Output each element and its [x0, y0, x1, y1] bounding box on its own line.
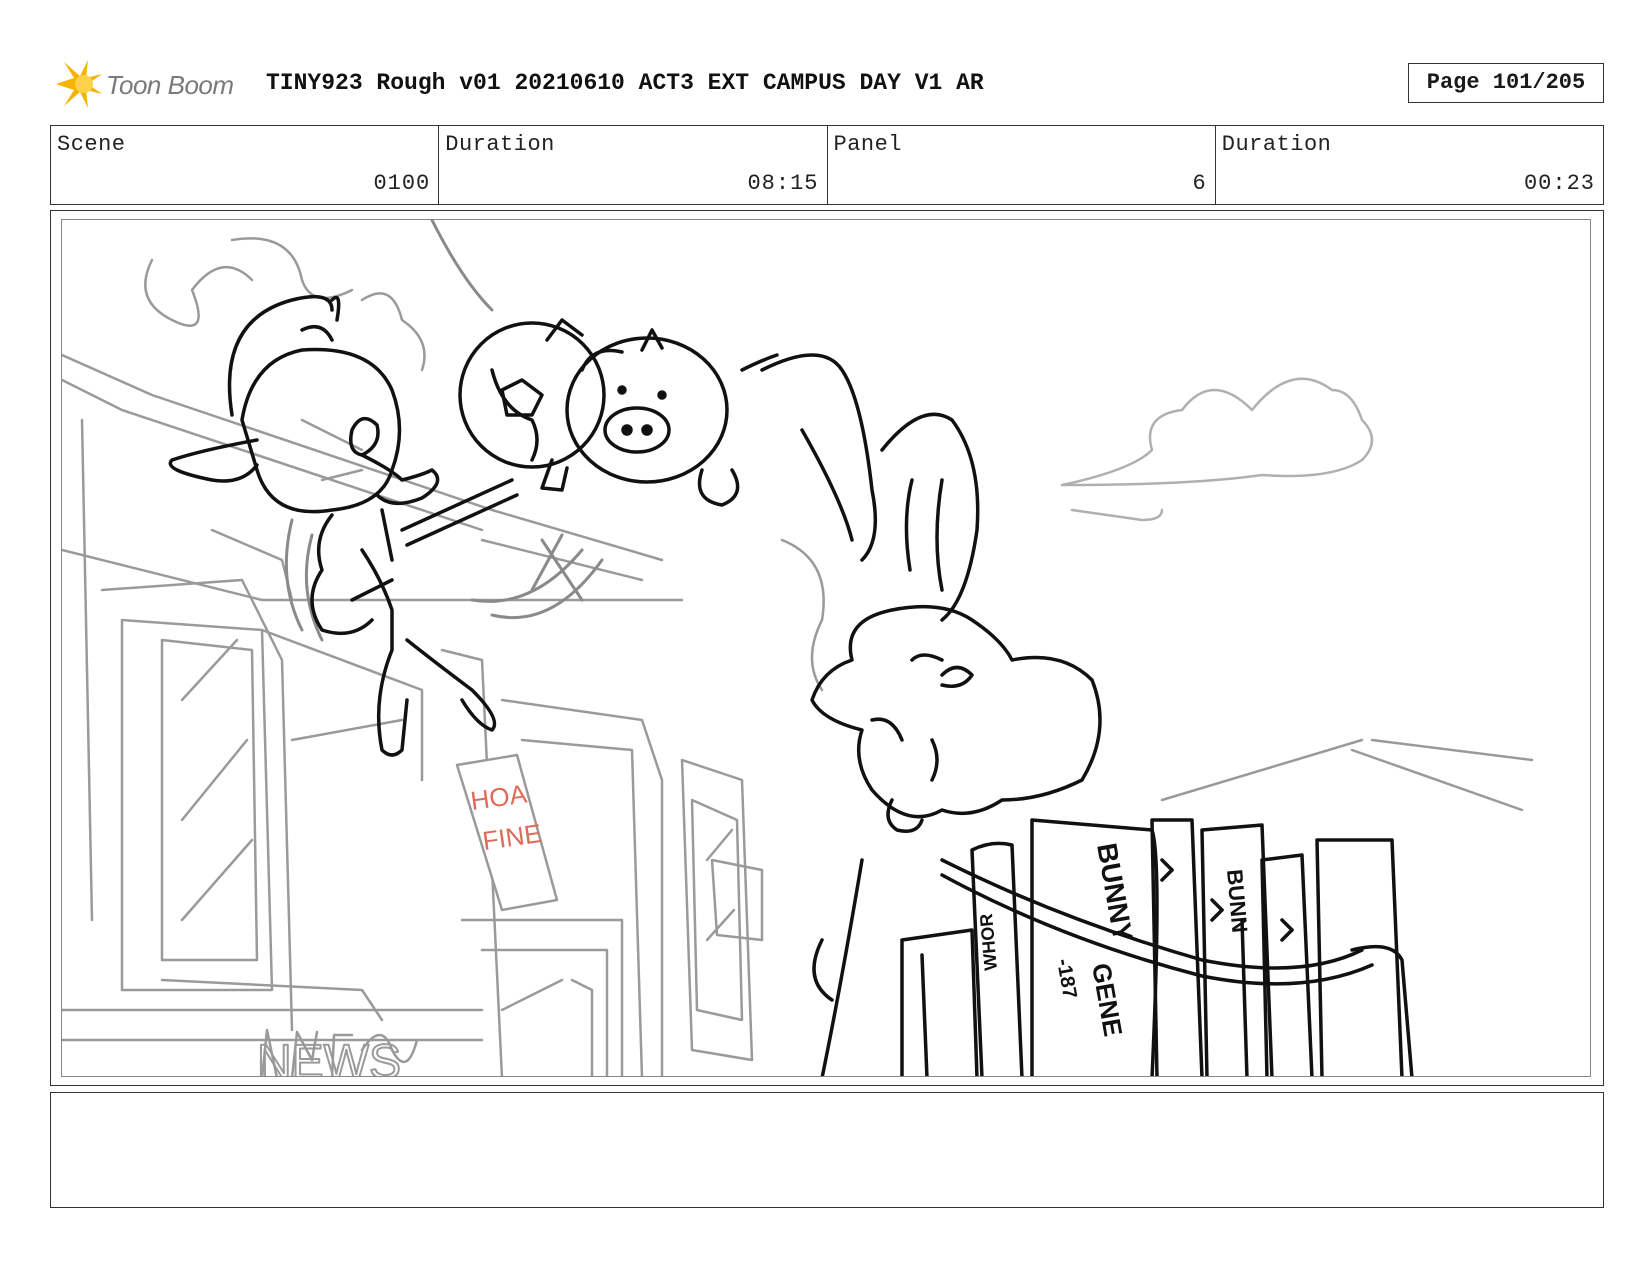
panel-sketch: BUNNY GENE BUNN -187 WHOR NEWS HOA FINE	[62, 220, 1534, 1077]
panel-duration-cell: Duration 00:23	[1216, 126, 1603, 204]
scene-duration-cell: Duration 08:15	[439, 126, 828, 204]
cloud-sketch	[1060, 377, 1374, 522]
panel-duration-value: 00:23	[1523, 171, 1595, 196]
logo-burst-icon	[56, 60, 102, 108]
panel-value: 6	[1192, 171, 1207, 196]
book-spine-1: BUNNY	[1091, 841, 1139, 945]
page-header: Toon Boom TINY923 Rough v01 20210610 ACT…	[50, 58, 1604, 110]
panel-label: Panel	[833, 132, 903, 157]
scene-info-row: Scene 0100 Duration 08:15 Panel 6 Durati…	[50, 125, 1604, 205]
scene-value: 0100	[373, 171, 431, 196]
toon-boom-logo: Toon Boom	[50, 58, 250, 110]
book-spine-5: WHOR	[976, 913, 1001, 972]
hoa-fine-note: HOA FINE	[455, 753, 559, 912]
book-spine-3: BUNN	[1222, 868, 1252, 933]
page-number: Page 101/205	[1408, 63, 1604, 103]
book-spine-2: GENE	[1086, 961, 1128, 1039]
document-title: TINY923 Rough v01 20210610 ACT3 EXT CAMP…	[266, 70, 984, 96]
panel-cell: Panel 6	[828, 126, 1216, 204]
ball-character	[458, 318, 606, 492]
scene-duration-label: Duration	[445, 132, 555, 157]
panel-notes-box	[50, 1092, 1604, 1208]
scene-label: Scene	[57, 132, 126, 157]
background-building	[62, 237, 1534, 1076]
panel-duration-label: Duration	[1221, 132, 1332, 157]
scene-duration-value: 08:15	[747, 171, 819, 196]
book-spine-4: -187	[1052, 957, 1081, 1000]
motion-lines	[284, 220, 604, 642]
scene-cell: Scene 0100	[51, 126, 440, 204]
storyboard-panel-frame: BUNNY GENE BUNN -187 WHOR NEWS HOA FINE	[50, 210, 1604, 1086]
logo-text: Toon Boom	[106, 70, 234, 100]
news-sign-text: NEWS	[257, 1036, 401, 1077]
storyboard-panel-image: BUNNY GENE BUNN -187 WHOR NEWS HOA FINE	[61, 219, 1591, 1077]
pig-character	[565, 328, 779, 507]
book-stack	[900, 818, 1404, 1076]
